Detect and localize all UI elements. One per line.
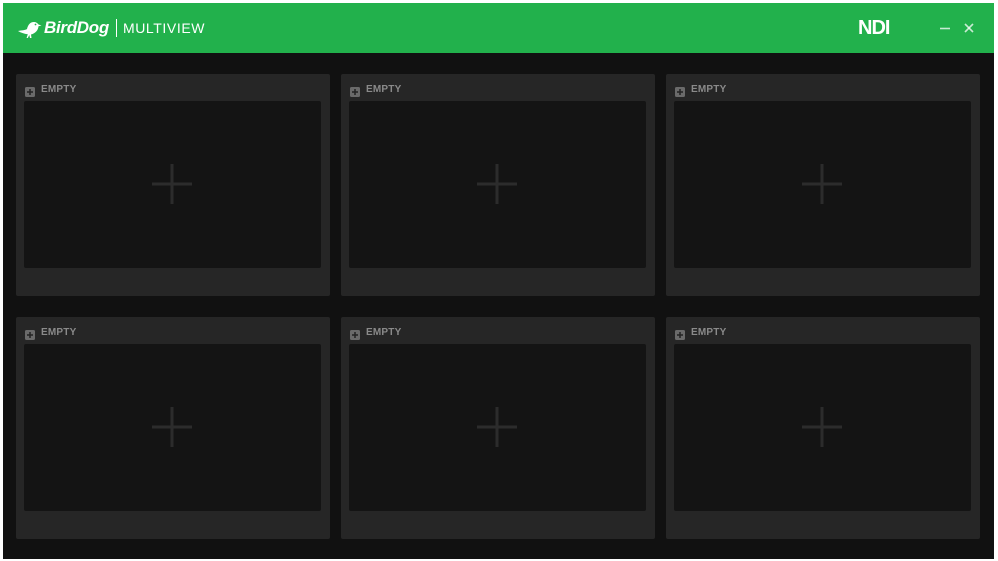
- add-source-icon[interactable]: [350, 327, 360, 340]
- plus-icon: [802, 407, 842, 447]
- plus-icon: [152, 164, 192, 204]
- panel-label: EMPTY: [41, 326, 77, 338]
- source-panel-4: EMPTY: [16, 317, 330, 539]
- product-name: MULTIVIEW: [122, 20, 206, 36]
- source-panel-2: EMPTY: [341, 74, 655, 296]
- source-panel-5: EMPTY: [341, 317, 655, 539]
- source-panel-3: EMPTY: [666, 74, 980, 296]
- panel-label: EMPTY: [366, 83, 402, 95]
- panel-header: EMPTY: [25, 83, 77, 97]
- close-icon: [964, 23, 974, 33]
- plus-icon: [477, 164, 517, 204]
- video-slot[interactable]: [674, 101, 971, 268]
- add-source-icon[interactable]: [25, 84, 35, 97]
- panel-label: EMPTY: [41, 83, 77, 95]
- minimize-button[interactable]: [938, 21, 952, 35]
- plus-icon: [802, 164, 842, 204]
- panel-header: EMPTY: [25, 326, 77, 340]
- video-slot[interactable]: [24, 344, 321, 511]
- brand-logo: BirdDog MULTIVIEW: [15, 13, 205, 43]
- panel-header: EMPTY: [350, 326, 402, 340]
- add-source-icon[interactable]: [675, 327, 685, 340]
- source-panel-1: EMPTY: [16, 74, 330, 296]
- panel-label: EMPTY: [366, 326, 402, 338]
- bird-icon: [15, 14, 43, 42]
- video-slot[interactable]: [349, 344, 646, 511]
- ndi-logo: NDI: [858, 17, 890, 39]
- plus-icon: [477, 407, 517, 447]
- brand-name: BirdDog: [44, 18, 109, 37]
- app-window: BirdDog MULTIVIEW NDI EMPTY EMPTY EMPTY …: [3, 3, 994, 559]
- panel-header: EMPTY: [675, 326, 727, 340]
- add-source-icon[interactable]: [675, 84, 685, 97]
- video-slot[interactable]: [349, 101, 646, 268]
- minimize-icon: [940, 27, 950, 30]
- panel-header: EMPTY: [350, 83, 402, 97]
- add-source-icon[interactable]: [25, 327, 35, 340]
- video-slot[interactable]: [674, 344, 971, 511]
- close-button[interactable]: [962, 21, 976, 35]
- panel-label: EMPTY: [691, 83, 727, 95]
- video-slot[interactable]: [24, 101, 321, 268]
- plus-icon: [152, 407, 192, 447]
- panel-header: EMPTY: [675, 83, 727, 97]
- brand-divider: [115, 19, 117, 37]
- window-controls: [928, 19, 976, 37]
- title-bar: BirdDog MULTIVIEW NDI: [3, 3, 994, 53]
- panel-label: EMPTY: [691, 326, 727, 338]
- source-panel-6: EMPTY: [666, 317, 980, 539]
- add-source-icon[interactable]: [350, 84, 360, 97]
